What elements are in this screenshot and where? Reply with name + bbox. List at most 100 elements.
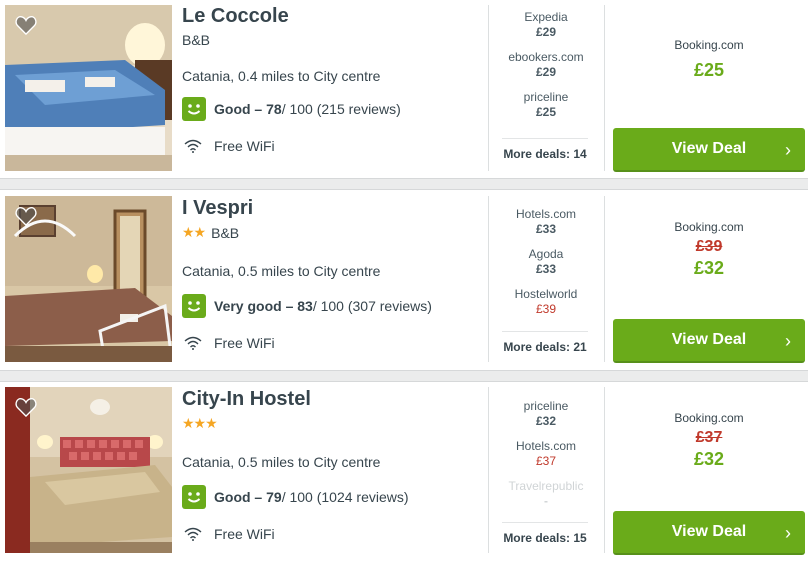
amenity-row: Free WiFi — [184, 138, 275, 154]
more-deals-link[interactable]: More deals: 21 — [502, 331, 588, 354]
hotel-photo[interactable] — [5, 196, 172, 362]
deal-site: Travelrepublic — [508, 479, 584, 493]
deal-site: Hotels.com — [515, 207, 577, 221]
hotel-card: I Vespri ★★ B&B Catania, 0.5 miles to Ci… — [0, 190, 808, 370]
card-separator — [0, 370, 808, 382]
chevron-right-icon: › — [785, 140, 791, 160]
deal-site: Agoda — [528, 247, 564, 261]
deal-site: Hostelworld — [514, 287, 578, 301]
amenity-label: Free WiFi — [214, 526, 275, 542]
hotel-type: B&B — [211, 224, 240, 241]
deal-price: £25 — [535, 105, 557, 119]
amenity-row: Free WiFi — [184, 526, 275, 542]
view-deal-label: View Deal — [671, 140, 747, 157]
wifi-icon — [184, 527, 202, 541]
hotel-type-row: ★★ B&B — [182, 224, 239, 241]
deal-site: ebookers.com — [508, 50, 584, 64]
view-deal-button[interactable]: View Deal › — [613, 511, 805, 555]
deal-item[interactable]: Hotels.com £33 — [500, 207, 592, 247]
view-deal-button[interactable]: View Deal › — [613, 319, 805, 363]
column-divider — [488, 387, 489, 553]
hotel-location: Catania, 0.5 miles to City centre — [182, 454, 381, 470]
more-deals-link[interactable]: More deals: 14 — [502, 138, 588, 161]
amenity-row: Free WiFi — [184, 335, 275, 351]
deal-item[interactable]: Hotels.com £37 — [500, 439, 592, 479]
column-divider — [488, 196, 489, 362]
rating-label: Good – 78 — [214, 101, 282, 117]
rating-count: / 100 (215 reviews) — [281, 101, 401, 117]
view-deal-label: View Deal — [671, 331, 747, 348]
deal-item[interactable]: priceline £32 — [500, 399, 592, 439]
amenity-label: Free WiFi — [214, 335, 275, 351]
deal-item[interactable]: Expedia £29 — [500, 10, 592, 50]
rating-label: Very good – 83 — [214, 298, 313, 314]
hotel-photo[interactable] — [5, 5, 172, 171]
rating-row[interactable]: Very good – 83 / 100 (307 reviews) — [182, 294, 432, 318]
best-deal-old-price: £39 — [695, 238, 723, 255]
hotel-type-row: B&B — [182, 32, 210, 48]
best-deal: Booking.com £39 £32 — [613, 220, 805, 279]
smiley-icon — [182, 294, 206, 318]
amenity-label: Free WiFi — [214, 138, 275, 154]
hotel-location: Catania, 0.5 miles to City centre — [182, 263, 381, 279]
deal-price: £37 — [535, 454, 557, 468]
hotel-card: Le Coccole B&B Catania, 0.4 miles to Cit… — [0, 0, 808, 178]
column-divider — [604, 5, 605, 171]
column-divider — [604, 196, 605, 362]
favorite-heart-icon[interactable] — [15, 397, 37, 417]
rating-count: / 100 (1024 reviews) — [281, 489, 409, 505]
deal-item[interactable]: priceline £25 — [500, 90, 592, 130]
rating-row[interactable]: Good – 78 / 100 (215 reviews) — [182, 97, 401, 121]
deal-price: £29 — [535, 65, 557, 79]
smiley-icon — [182, 485, 206, 509]
hotel-photo[interactable] — [5, 387, 172, 553]
hotel-name[interactable]: I Vespri — [182, 197, 253, 220]
best-deal-site: Booking.com — [674, 38, 744, 52]
deal-item[interactable]: ebookers.com £29 — [500, 50, 592, 90]
favorite-heart-icon[interactable] — [15, 206, 37, 226]
chevron-right-icon: › — [785, 331, 791, 351]
hotel-location: Catania, 0.4 miles to City centre — [182, 68, 381, 84]
favorite-heart-icon[interactable] — [15, 15, 37, 35]
rating-label: Good – 79 — [214, 489, 282, 505]
smiley-icon — [182, 97, 206, 121]
star-rating: ★★★ — [182, 415, 218, 431]
deal-site: priceline — [523, 90, 569, 104]
hotel-type-row: ★★★ — [182, 415, 218, 432]
best-deal-price: £32 — [693, 449, 725, 469]
chevron-right-icon: › — [785, 523, 791, 543]
deal-price: £29 — [535, 25, 557, 39]
best-deal: Booking.com £25 — [613, 38, 805, 81]
other-deals: Expedia £29 ebookers.com £29 priceline £… — [500, 10, 592, 130]
hotel-card: City-In Hostel ★★★ Catania, 0.5 miles to… — [0, 382, 808, 562]
deal-item: Travelrepublic - — [500, 479, 592, 519]
deal-site: Hotels.com — [515, 439, 577, 453]
deal-item[interactable]: Hostelworld £39 — [500, 287, 592, 327]
hotel-name[interactable]: City-In Hostel — [182, 388, 311, 411]
deal-item[interactable]: Agoda £33 — [500, 247, 592, 287]
hotel-type: B&B — [182, 32, 211, 48]
other-deals: priceline £32 Hotels.com £37 Travelrepub… — [500, 399, 592, 519]
rating-count: / 100 (307 reviews) — [312, 298, 432, 314]
best-deal-site: Booking.com — [674, 411, 744, 425]
best-deal-old-price: £37 — [695, 429, 723, 446]
best-deal: Booking.com £37 £32 — [613, 411, 805, 470]
more-deals-link[interactable]: More deals: 15 — [502, 522, 588, 545]
deal-price: £39 — [535, 302, 557, 316]
card-separator — [0, 178, 808, 190]
view-deal-button[interactable]: View Deal › — [613, 128, 805, 172]
rating-row[interactable]: Good – 79 / 100 (1024 reviews) — [182, 485, 409, 509]
wifi-icon — [184, 336, 202, 350]
deal-price: - — [544, 494, 548, 508]
deal-price: £33 — [535, 222, 557, 236]
other-deals: Hotels.com £33 Agoda £33 Hostelworld £39 — [500, 207, 592, 327]
best-deal-site: Booking.com — [674, 220, 744, 234]
best-deal-price: £32 — [693, 258, 725, 278]
column-divider — [604, 387, 605, 553]
best-deal-price: £25 — [693, 60, 725, 80]
deal-site: Expedia — [524, 10, 568, 24]
hotel-name[interactable]: Le Coccole — [182, 5, 289, 28]
view-deal-label: View Deal — [671, 523, 747, 540]
deal-price: £32 — [535, 414, 557, 428]
deal-price: £33 — [535, 262, 557, 276]
